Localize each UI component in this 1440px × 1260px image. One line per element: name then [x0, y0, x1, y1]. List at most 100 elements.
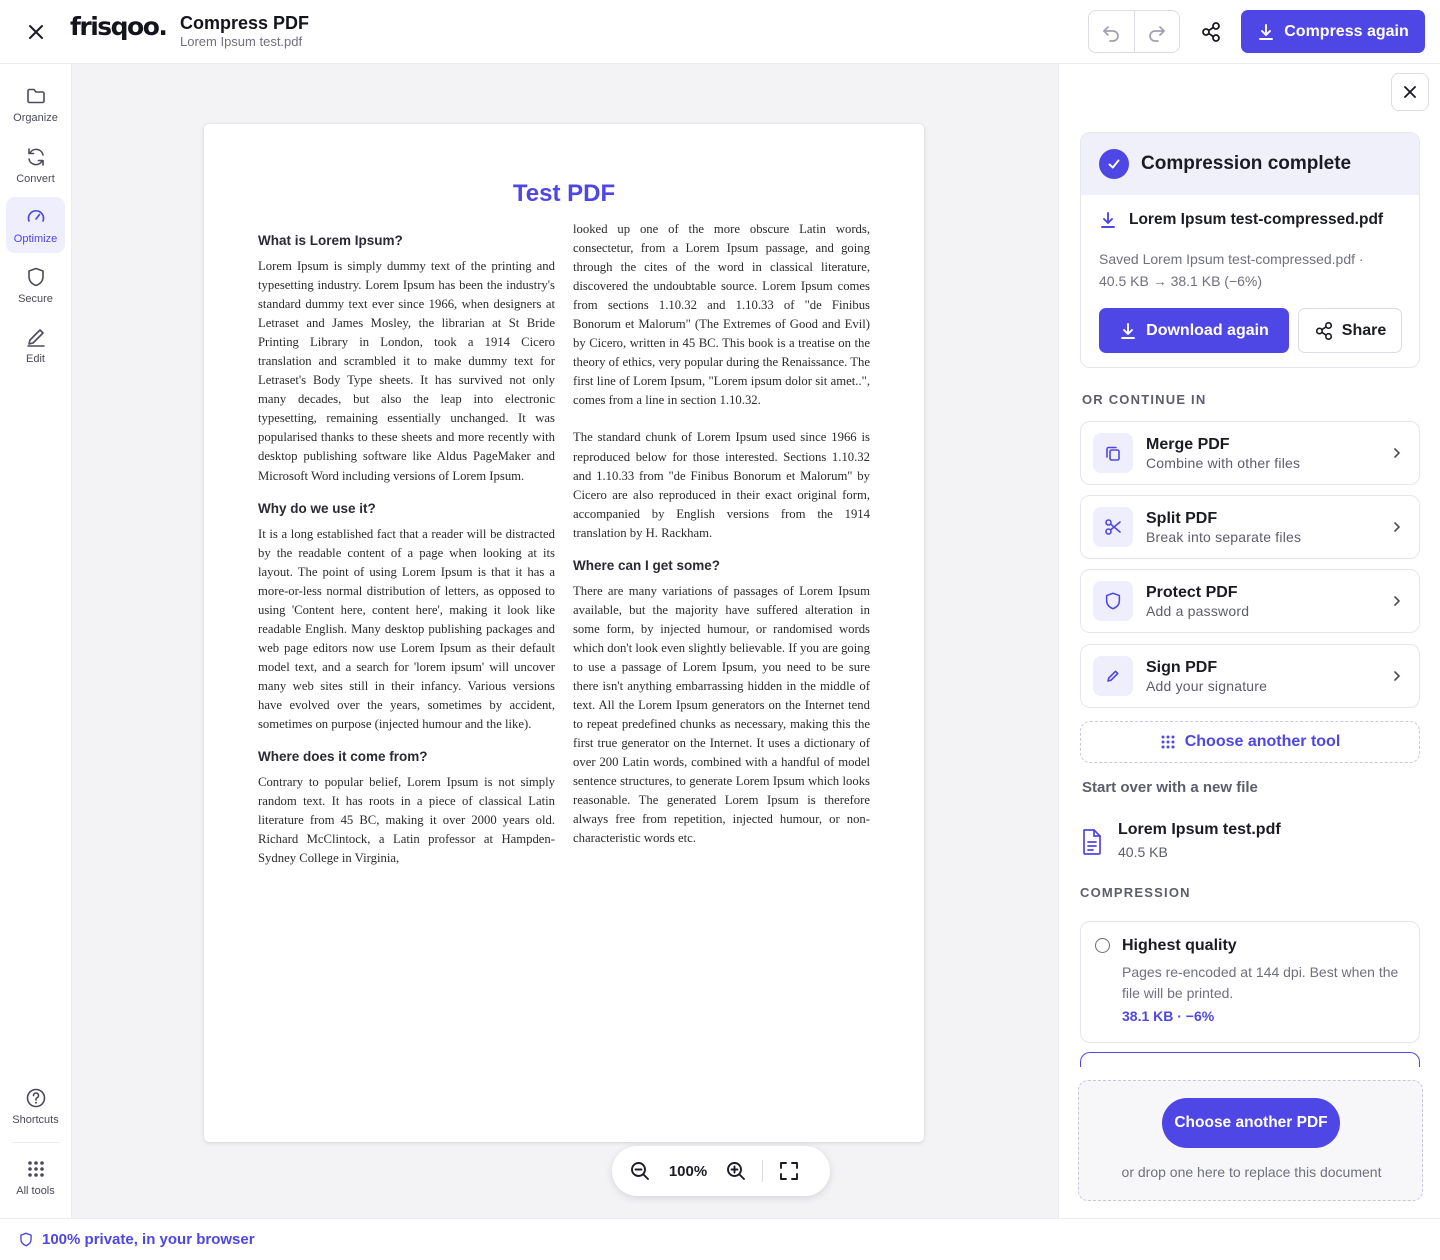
download-icon [1101, 212, 1115, 228]
sidebar-item-organize[interactable]: Organize [6, 76, 65, 132]
result-header: Compression complete [1081, 133, 1419, 195]
shield-icon [1093, 581, 1133, 621]
folder-icon [26, 88, 45, 103]
sidebar-item-convert[interactable]: Convert [6, 137, 65, 193]
tool-name: Split PDF [1146, 509, 1218, 527]
share-label: Share [1341, 321, 1387, 339]
merge-icon [1093, 433, 1133, 473]
choose-another-tool-button[interactable]: Choose another tool [1080, 721, 1420, 763]
sidebar-item-label: Edit [26, 352, 45, 365]
radio-button[interactable] [1095, 938, 1110, 953]
sidebar-item-shortcuts[interactable]: Shortcuts [6, 1078, 65, 1134]
undo-button[interactable] [1089, 11, 1134, 52]
sidebar-item-label: Shortcuts [12, 1113, 59, 1126]
sidebar-item-label: Organize [13, 111, 58, 124]
shield-icon [20, 1232, 32, 1247]
tool-name: Sign PDF [1146, 658, 1218, 676]
zoom-out-button[interactable] [620, 1151, 660, 1191]
pdf-heading: Where can I get some? [573, 557, 721, 573]
title-block: Compress PDF Lorem Ipsum test.pdf [180, 13, 309, 50]
download-icon [1121, 322, 1136, 339]
tool-text: Sign PDF Add your signature [1146, 658, 1391, 695]
dropzone[interactable]: Choose another PDF or drop one here to r… [1078, 1080, 1423, 1201]
option-desc: Pages re-encoded at 144 dpi. Best when t… [1122, 964, 1399, 1001]
compression-option-highest[interactable]: Highest quality Pages re-encoded at 144 … [1080, 921, 1420, 1043]
tool-text: Split PDF Break into separate files [1146, 509, 1391, 546]
sidebar-item-edit[interactable]: Edit [6, 317, 65, 373]
continue-label: OR CONTINUE IN [1082, 392, 1207, 407]
panel-close-button[interactable] [1391, 73, 1429, 111]
logo: frisqoo. [70, 12, 168, 41]
pdf-paragraph: Contrary to popular belief, Lorem Ipsum … [258, 775, 555, 866]
original-file-name: Lorem Ipsum test.pdf [1118, 821, 1281, 838]
zoom-divider [762, 1160, 763, 1182]
tool-text: Protect PDF Add a password [1146, 583, 1391, 620]
share-button[interactable]: Share [1298, 308, 1402, 353]
chevron-right-icon [1394, 671, 1400, 681]
zoom-out-icon [631, 1162, 649, 1180]
start-over-label: Start over with a new file [1082, 779, 1258, 796]
tool-desc: Break into separate files [1146, 528, 1302, 545]
zoom-in-icon [727, 1162, 745, 1180]
pencil-icon [26, 328, 45, 347]
grid-icon [1161, 735, 1175, 749]
original-file-size: 40.5 KB [1118, 844, 1168, 860]
pdf-column-left: What is Lorem Ipsum? Lorem Ipsum is simp… [258, 232, 555, 877]
tool-card-merge[interactable]: Merge PDF Combine with other files [1080, 421, 1420, 485]
fullscreen-button[interactable] [769, 1151, 809, 1191]
footer: 100% private, in your browser [0, 1218, 1440, 1260]
help-circle-icon [26, 1088, 45, 1107]
close-icon[interactable] [20, 16, 52, 48]
tool-name: Merge PDF [1146, 435, 1230, 453]
download-again-label: Download again [1146, 321, 1269, 339]
undo-redo-group [1088, 10, 1180, 53]
share-button-top[interactable] [1194, 15, 1228, 49]
pdf-heading: What is Lorem Ipsum? [258, 233, 403, 248]
tool-card-split[interactable]: Split PDF Break into separate files [1080, 495, 1420, 559]
result-saved-text: Saved Lorem Ipsum test-compressed.pdf · … [1099, 248, 1409, 292]
download-again-button[interactable]: Download again [1099, 308, 1289, 353]
tool-card-sign[interactable]: Sign PDF Add your signature [1080, 644, 1420, 708]
grid-icon [27, 1160, 44, 1177]
pdf-paragraph: Lorem Ipsum is simply dummy text of the … [258, 259, 555, 483]
redo-button[interactable] [1133, 11, 1180, 52]
result-file-link[interactable]: Lorem Ipsum test-compressed.pdf [1099, 211, 1383, 229]
chevron-right-icon [1394, 596, 1400, 606]
left-sidebar: Organize Convert Optimize Secure Edit Sh… [0, 64, 72, 1218]
sidebar-item-all-tools[interactable]: All tools [6, 1149, 65, 1205]
sidebar-divider [12, 1142, 60, 1143]
tool-desc: Add your signature [1146, 677, 1268, 694]
sidebar-item-label: Optimize [13, 232, 58, 245]
tool-card-protect[interactable]: Protect PDF Add a password [1080, 569, 1420, 633]
pdf-paragraph: looked up one of the more obscure Latin … [573, 222, 870, 408]
tool-name: Protect PDF [1146, 583, 1238, 601]
chevron-right-icon [1394, 448, 1400, 458]
pdf-paragraph: The standard chunk of Lorem Ipsum used s… [573, 430, 870, 540]
sidebar-item-label: All tools [16, 1184, 55, 1197]
sidebar-item-label: Secure [18, 292, 53, 305]
close-icon [1404, 86, 1416, 98]
scissors-icon [1093, 507, 1133, 547]
privacy-text: 100% private, in your browser [42, 1231, 255, 1248]
choose-another-pdf-button[interactable]: Choose another PDF [1162, 1098, 1340, 1148]
pdf-page: Test PDF What is Lorem Ipsum? Lorem Ipsu… [204, 124, 924, 1142]
choose-another-tool-label: Choose another tool [1184, 733, 1341, 750]
app-filename: Lorem Ipsum test.pdf [180, 34, 303, 49]
option-meta: 38.1 KB · −6% [1122, 1008, 1215, 1024]
gauge-icon [27, 209, 44, 222]
top-bar: frisqoo. Compress PDF Lorem Ipsum test.p… [0, 0, 1440, 64]
share-icon [1202, 22, 1220, 42]
zoom-in-button[interactable] [716, 1151, 756, 1191]
redo-icon [1148, 25, 1165, 42]
compression-label: COMPRESSION [1080, 885, 1191, 900]
shield-icon [27, 267, 44, 286]
document-canvas[interactable]: Test PDF What is Lorem Ipsum? Lorem Ipsu… [72, 64, 1058, 1218]
sidebar-item-secure[interactable]: Secure [6, 257, 65, 313]
check-circle-icon [1099, 149, 1129, 179]
option-name: Highest quality [1122, 937, 1237, 954]
tool-desc: Combine with other files [1146, 454, 1301, 471]
original-file: Lorem Ipsum test.pdf 40.5 KB [1080, 820, 1281, 860]
compress-again-button[interactable]: Compress again [1241, 10, 1425, 53]
result-card: Compression complete Lorem Ipsum test-co… [1080, 132, 1420, 368]
sidebar-item-optimize[interactable]: Optimize [6, 197, 65, 253]
